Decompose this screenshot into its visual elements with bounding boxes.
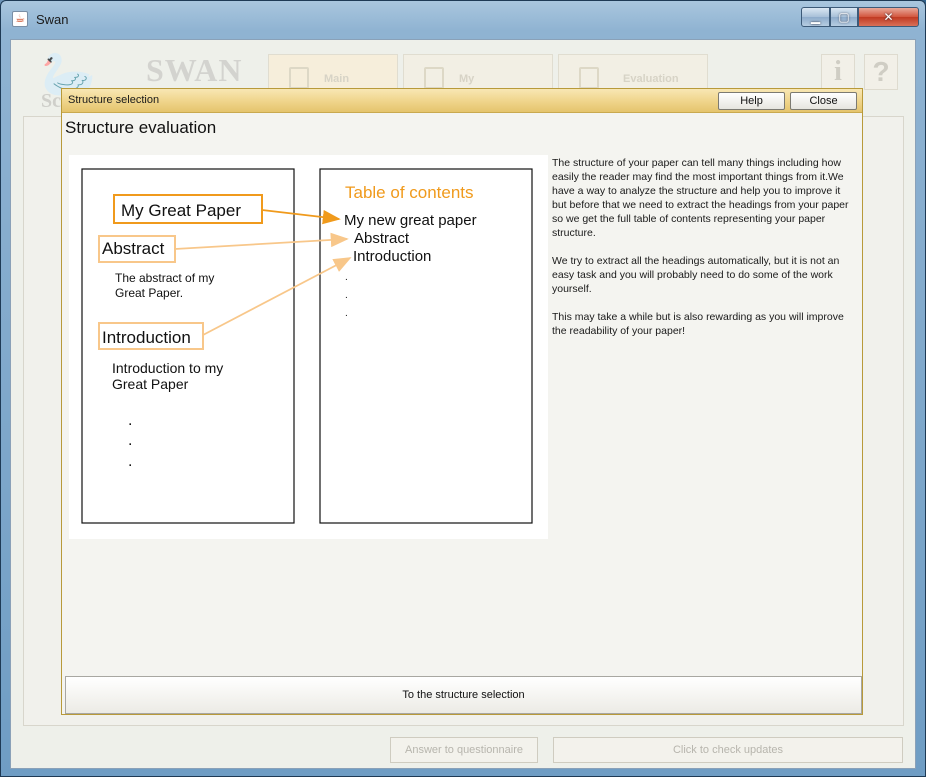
minimize-icon: ▁ [810,10,821,24]
tab-my-label: My [459,73,475,85]
structure-selection-button[interactable]: To the structure selection [65,676,862,714]
structure-selection-dialog: Structure selection Help Close Structure… [61,88,863,715]
dialog-title: Structure selection [68,94,160,106]
structure-illustration: My Great Paper Abstract The abstract of … [69,155,548,539]
help-question-button[interactable]: ? [864,54,898,90]
answer-questionnaire-button[interactable]: Answer to questionnaire [390,737,538,763]
toc-entry-3: Introduction [353,248,431,265]
tab-evaluation-label: Evaluation [623,73,679,85]
description-paragraph-3: This may take a while but is also reward… [552,311,844,337]
abstract-heading-text: Abstract [102,239,165,258]
toc-ellipsis-2: . [345,290,348,301]
description-paragraph-2: We try to extract all the headings autom… [552,255,840,295]
title-heading-text: My Great Paper [121,201,241,220]
maximize-icon: ▢ [838,10,850,24]
abstract-text-line2: Great Paper. [115,286,183,300]
intro-heading-text: Introduction [102,328,191,347]
minimize-button[interactable]: ▁ [801,7,830,27]
brand-name: SWAN [146,52,243,88]
doc-ellipsis-1: . [128,412,132,429]
cards-icon [579,67,599,89]
tab-evaluation[interactable]: Evaluation [558,54,708,92]
swan-window: ☕ Swan ▁ ▢ ✕ 🦢 Sc SWAN Main My Evaluatio… [0,0,926,777]
illustration-svg: My Great Paper Abstract The abstract of … [81,168,533,524]
java-app-icon: ☕ [12,11,28,27]
info-button[interactable]: i [821,54,855,90]
abstract-text-line1: The abstract of my [115,271,214,285]
description-paragraph-1: The structure of your paper can tell man… [552,157,849,239]
close-icon: ✕ [883,10,894,24]
window-title: Swan [36,12,69,27]
toc-ellipsis-1: . [345,272,348,283]
close-button[interactable]: Close [790,92,857,110]
pen-icon [424,67,444,89]
tab-main-label: Main [324,73,350,85]
toc-ellipsis-3: . [345,308,348,319]
toc-entry-2: Abstract [354,230,410,247]
intro-text-line1: Introduction to my [112,360,223,376]
doc-ellipsis-2: . [128,432,132,449]
close-window-button[interactable]: ✕ [858,7,919,27]
window-titlebar[interactable]: ☕ Swan ▁ ▢ ✕ [1,1,925,39]
doc-ellipsis-3: . [128,453,132,470]
tab-main[interactable]: Main [268,54,398,92]
maximize-button[interactable]: ▢ [830,7,858,27]
brand-prefix: Sc [41,90,61,112]
toc-title: Table of contents [345,183,474,202]
tab-my[interactable]: My [403,54,553,92]
intro-text-line2: Great Paper [112,376,189,392]
dialog-body: Structure evaluation My Great Paper Abst… [63,114,862,714]
toc-entry-1: My new great paper [344,212,477,229]
check-updates-button[interactable]: Click to check updates [553,737,903,763]
dialog-titlebar[interactable]: Structure selection Help Close [62,89,862,113]
document-icon [289,67,309,89]
help-button[interactable]: Help [718,92,785,110]
description-text: The structure of your paper can tell man… [552,156,857,352]
page-title: Structure evaluation [65,118,217,137]
